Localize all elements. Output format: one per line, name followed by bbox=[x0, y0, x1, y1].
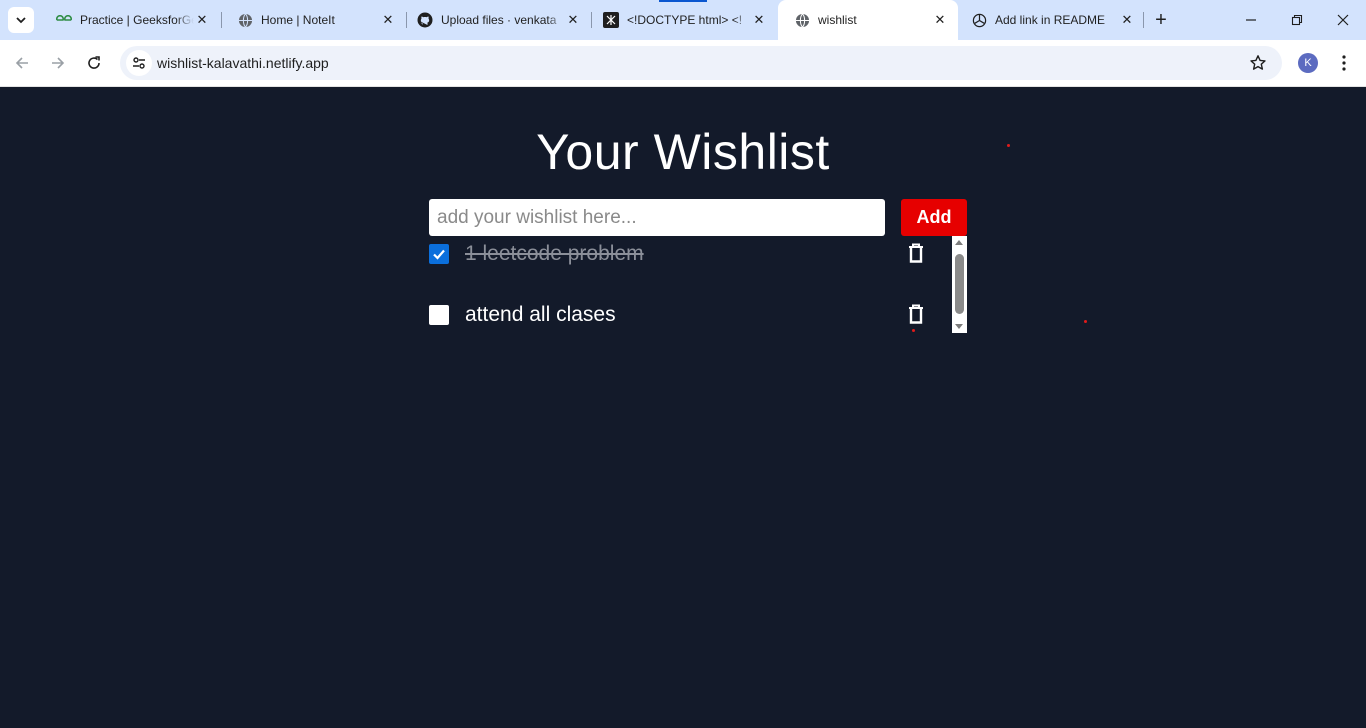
wishlist-input[interactable] bbox=[429, 199, 885, 236]
item-text: 1 leetcode problem bbox=[465, 242, 644, 265]
tab-noteit[interactable]: Home | NoteIt ✕ bbox=[221, 0, 406, 40]
decorative-dot bbox=[1007, 144, 1010, 147]
minimize-icon bbox=[1246, 19, 1256, 21]
menu-kebab-icon[interactable] bbox=[1334, 52, 1354, 74]
tab-title: Upload files · venkata bbox=[441, 13, 565, 27]
scroll-down-arrow-icon[interactable] bbox=[955, 324, 963, 329]
tab-title: Home | NoteIt bbox=[261, 13, 380, 27]
reload-icon bbox=[88, 56, 100, 69]
close-tab-icon[interactable]: ✕ bbox=[1119, 12, 1135, 28]
url-text: wishlist-kalavathi.netlify.app bbox=[157, 55, 329, 71]
tab-divider bbox=[1143, 12, 1144, 28]
wishlist-list: 1 leetcode problem attend all clases bbox=[429, 236, 967, 333]
scrollbar-thumb[interactable] bbox=[955, 254, 964, 314]
tab-search-button[interactable] bbox=[8, 7, 34, 33]
back-button[interactable] bbox=[8, 49, 36, 77]
tab-wishlist[interactable]: wishlist ✕ bbox=[778, 0, 958, 40]
list-item: 1 leetcode problem bbox=[429, 236, 949, 272]
wishlist-page: Your Wishlist Add 1 leetcode problem att… bbox=[0, 87, 1366, 728]
item-text: attend all clases bbox=[465, 303, 616, 326]
github-icon bbox=[417, 12, 433, 28]
tab-github-upload[interactable]: Upload files · venkata ✕ bbox=[401, 0, 591, 40]
list-scrollbar[interactable] bbox=[952, 236, 967, 333]
tab-title: wishlist bbox=[818, 13, 932, 27]
openai-icon bbox=[971, 12, 987, 28]
tab-readme[interactable]: Add link in README ✕ bbox=[955, 0, 1145, 40]
tab-title: <!DOCTYPE html> <! bbox=[627, 13, 751, 27]
profile-avatar[interactable]: K bbox=[1298, 53, 1318, 73]
decorative-dot bbox=[1084, 320, 1087, 323]
reload-button[interactable] bbox=[80, 49, 108, 77]
arrow-left-icon bbox=[15, 57, 28, 69]
globe-icon bbox=[794, 12, 810, 28]
close-tab-icon[interactable]: ✕ bbox=[565, 12, 581, 28]
item-checkbox[interactable] bbox=[429, 305, 449, 325]
restore-icon bbox=[1291, 14, 1303, 26]
list-item: attend all clases bbox=[429, 297, 949, 333]
tab-title: Add link in README bbox=[995, 13, 1119, 27]
item-checkbox[interactable] bbox=[429, 244, 449, 264]
trash-icon[interactable] bbox=[907, 242, 925, 264]
trash-icon[interactable] bbox=[907, 303, 925, 325]
close-tab-icon[interactable]: ✕ bbox=[194, 12, 210, 28]
close-tab-icon[interactable]: ✕ bbox=[751, 12, 767, 28]
close-window-button[interactable] bbox=[1320, 0, 1366, 40]
close-tab-icon[interactable]: ✕ bbox=[932, 12, 948, 28]
minimize-button[interactable] bbox=[1228, 0, 1274, 40]
close-icon bbox=[1337, 14, 1349, 26]
tab-title: Practice | GeeksforGeeks bbox=[80, 13, 194, 27]
scroll-up-arrow-icon[interactable] bbox=[955, 240, 963, 245]
checkmark-icon bbox=[433, 249, 445, 260]
close-tab-icon[interactable]: ✕ bbox=[380, 12, 396, 28]
gfg-icon bbox=[56, 12, 72, 28]
address-bar[interactable]: wishlist-kalavathi.netlify.app bbox=[120, 46, 1282, 80]
add-button[interactable]: Add bbox=[901, 199, 967, 236]
decorative-dot bbox=[912, 329, 915, 332]
new-tab-button[interactable]: + bbox=[1150, 9, 1172, 31]
restore-button[interactable] bbox=[1274, 0, 1320, 40]
forward-button[interactable] bbox=[44, 49, 72, 77]
site-info-icon[interactable] bbox=[126, 50, 152, 76]
tab-doctype[interactable]: <!DOCTYPE html> <! ✕ bbox=[587, 0, 777, 40]
tab-strip: Practice | GeeksforGeeks ✕ Home | NoteIt… bbox=[0, 0, 1366, 40]
bookmark-star-icon[interactable] bbox=[1248, 53, 1268, 73]
chevron-down-icon bbox=[16, 17, 26, 24]
tab-geeksforgeeks[interactable]: Practice | GeeksforGeeks ✕ bbox=[40, 0, 220, 40]
arrow-right-icon bbox=[52, 57, 65, 69]
doctype-icon bbox=[603, 12, 619, 28]
browser-toolbar: wishlist-kalavathi.netlify.app K bbox=[0, 40, 1366, 87]
page-title: Your Wishlist bbox=[536, 124, 830, 180]
globe-icon bbox=[237, 12, 253, 28]
